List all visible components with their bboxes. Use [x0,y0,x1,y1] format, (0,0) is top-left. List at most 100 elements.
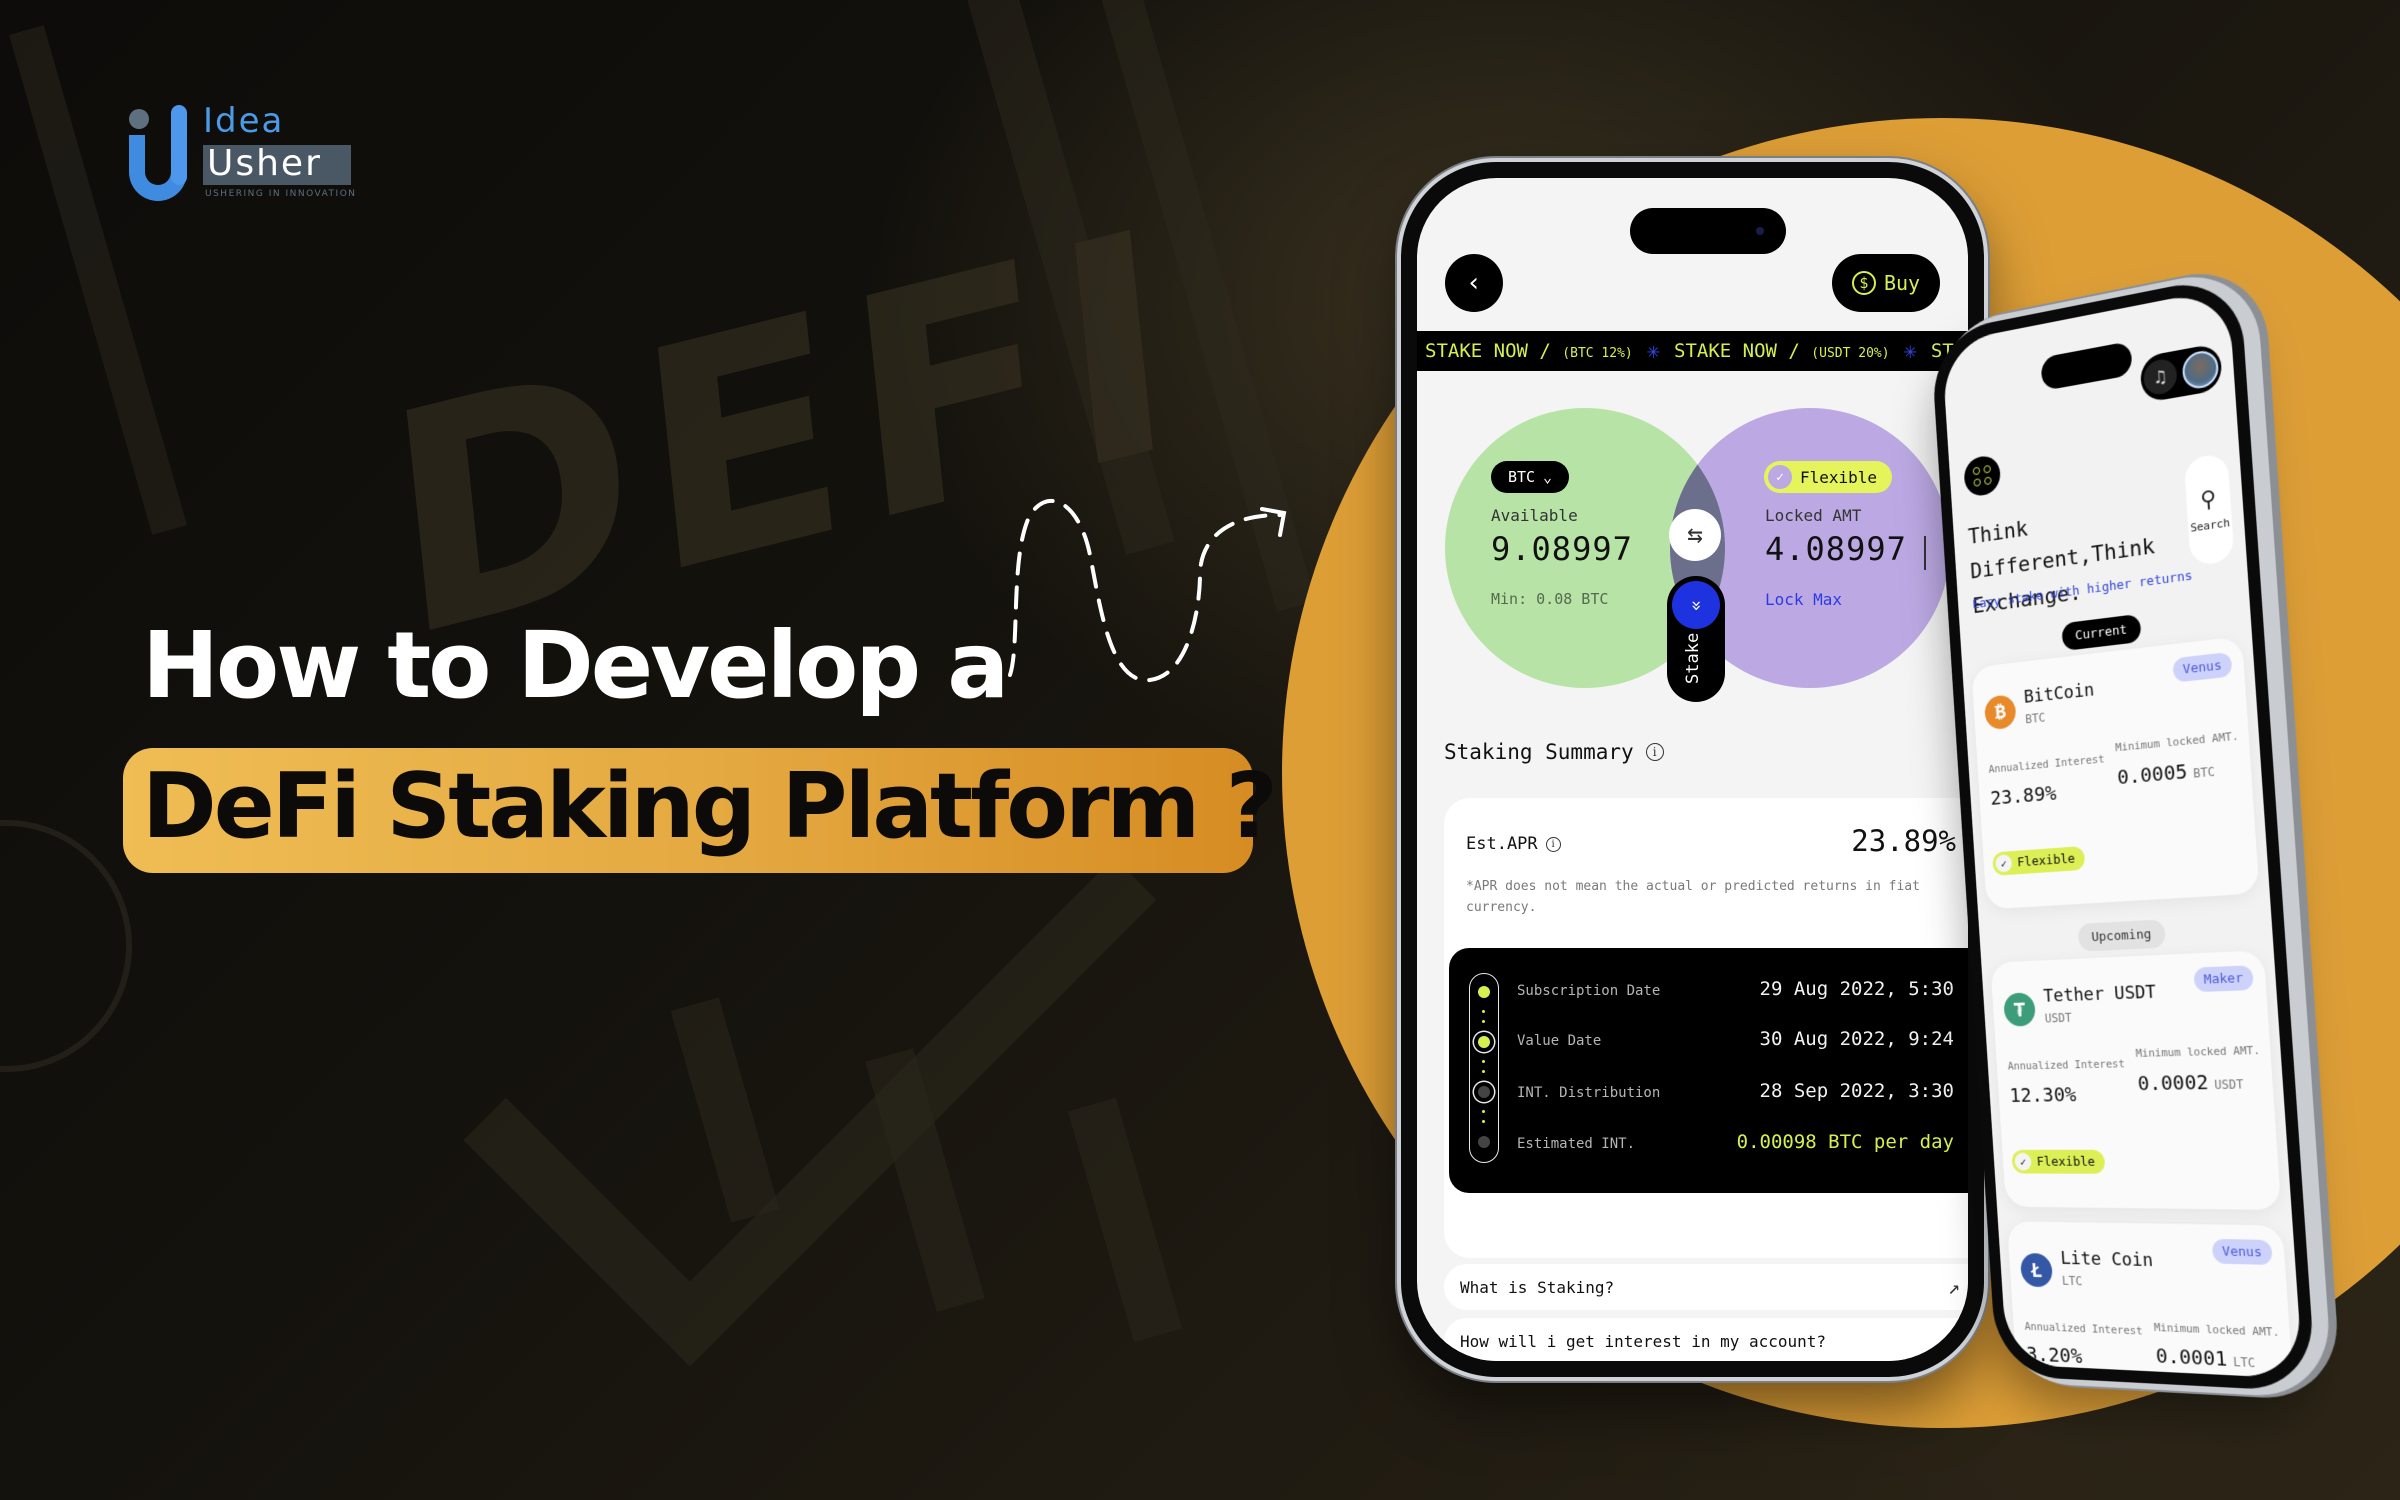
search-button[interactable]: ⚲ Search [2183,452,2235,567]
logo-dot [129,109,149,129]
timeline-row: Subscription Date 29 Aug 2022, 5:30 [1517,978,1954,1000]
staking-timeline: Subscription Date 29 Aug 2022, 5:30 Value… [1449,948,1968,1193]
avatar[interactable] [2181,348,2220,392]
available-label: Available [1491,506,1578,525]
exchange-phone-wrapper: ♫ Think Different,Think Exchange. Easy s… [1930,272,2317,1393]
asterisk-icon: ✳ [1646,338,1660,364]
timeline-row: INT. Distribution 28 Sep 2022, 3:30 [1517,1080,1954,1102]
interest-value: 3.20% [2025,1341,2083,1368]
logo-text-usher: Usher [207,143,322,184]
flexible-chip: ✓ Flexible [2011,1149,2106,1174]
header-actions: ♫ [2139,342,2223,404]
coin-name: BitCoin [2023,679,2095,708]
exchange-screen: ♫ Think Different,Think Exchange. Easy s… [1941,287,2304,1379]
apr-disclaimer: *APR does not mean the actual or predict… [1466,879,1920,915]
coin-name: Lite Coin [2059,1247,2154,1272]
dot-icon [1984,476,1992,486]
globe-icon [0,820,132,1072]
timeline-dot-active [1478,1036,1490,1048]
flexible-label: Flexible [1800,467,1878,487]
timeline-track [1469,973,1499,1163]
interest-value: 23.89% [1989,780,2058,810]
min-locked-label: Minimum locked AMT. [2135,1043,2261,1060]
interest-label: Annualized Interest [2024,1319,2143,1338]
back-button[interactable]: ‹ [1445,254,1503,312]
dynamic-island [1630,208,1786,254]
timeline-dot-pending [1478,1086,1490,1098]
logo-u-stem [171,105,187,185]
staking-phone: ‹ $ Buy STAKE NOW / (BTC 12%) ✳ STAKE NO… [1401,162,1984,1377]
double-chevron-down-icon: » [1672,581,1720,629]
arrow-up-right-icon: ↗ [1947,1329,1960,1353]
min-locked-label: Minimum locked AMT. [2153,1320,2280,1340]
swap-button[interactable]: ⇆ [1669,509,1721,561]
coin-name: Tether USDT [2042,981,2157,1007]
est-apr-label: Est.APR i [1466,834,1561,854]
camera-icon [1756,227,1764,235]
text-caret [1924,536,1926,570]
headline-line-1: How to Develop a [142,612,1009,719]
idea-usher-logo[interactable]: Idea Usher USHERING IN INNOVATION [125,101,365,205]
dollar-icon: $ [1851,271,1876,295]
coin-symbol: LTC [2061,1273,2083,1289]
section-upcoming[interactable]: Upcoming [2077,919,2166,952]
faq-interest-account[interactable]: How will i get interest in my account? ↗ [1444,1318,1968,1361]
staking-summary-card: Est.APR i 23.89% *APR does not mean the … [1444,798,1968,1258]
bitcoin-icon: ₿ [1983,694,2017,731]
interest-label: Annualized Interest [2007,1057,2126,1073]
litecoin-icon: Ł [2019,1252,2054,1288]
available-value: 9.08997 [1491,530,1633,568]
coin-card-bitcoin[interactable]: ₿ BitCoin BTC Venus Annualized Interest … [1971,636,2260,910]
dashed-arrow-icon [1008,498,1287,683]
chevron-left-icon: ‹ [1466,268,1482,298]
logo-text-idea: Idea [203,101,285,141]
search-icon: ⚲ [2199,486,2218,514]
interest-value: 12.30% [2008,1082,2077,1107]
platform-badge: Venus [2211,1238,2273,1265]
min-locked-label: Minimum locked AMT. [2114,729,2239,755]
check-icon: ✓ [1768,465,1792,489]
coin-card-tether[interactable]: ₮ Tether USDT USDT Maker Annualized Inte… [1990,950,2282,1210]
menu-button[interactable] [1963,453,2002,498]
flexible-toggle[interactable]: ✓ Flexible [1764,461,1892,493]
dynamic-island [2040,340,2133,392]
coin-select-value: BTC [1507,468,1536,486]
coin-symbol: BTC [2024,710,2046,727]
background-stripe [1067,1097,1183,1343]
locked-amount-input[interactable]: 4.08997 [1765,530,1907,568]
lock-max-link[interactable]: Lock Max [1765,590,1842,609]
stake-button[interactable]: » Stake [1667,576,1725,702]
logo-tagline: USHERING IN INNOVATION [205,189,357,199]
platform-badge: Venus [2172,651,2233,683]
coin-symbol: USDT [2044,1010,2073,1026]
info-icon[interactable]: i [1545,836,1561,852]
arrow-up-right-icon: ↗ [1947,1275,1960,1299]
timeline-row: Value Date 30 Aug 2022, 9:24 [1517,1028,1954,1050]
chevron-down-icon: ⌄ [1543,468,1553,486]
bell-icon[interactable]: ♫ [2142,356,2178,397]
section-current[interactable]: Current [2061,613,2142,652]
locked-amount-label: Locked AMT [1765,506,1862,525]
est-apr-value: 23.89% [1851,824,1956,858]
dot-icon [1972,466,1981,476]
tether-icon: ₮ [2003,992,2037,1027]
coin-card-litecoin[interactable]: Ł Lite Coin LTC Venus Annualized Interes… [2006,1221,2297,1379]
asterisk-icon: ✳ [1903,338,1917,364]
faq-what-is-staking[interactable]: What is Staking? ↗ [1444,1264,1968,1310]
dot-icon [1973,478,1982,487]
check-icon: ✓ [2014,1152,2032,1171]
platform-badge: Maker [2193,965,2254,993]
headline-line-2: DeFi Staking Platform ? [142,754,1278,859]
promo-ticker[interactable]: STAKE NOW / (BTC 12%) ✳ STAKE NOW / (USD… [1417,331,1968,371]
ticker-item: STAKE NOW / (BTC 12%) [1425,340,1633,362]
swap-icon: ⇆ [1687,520,1703,550]
buy-button[interactable]: $ Buy [1832,254,1940,312]
min-locked-value: 0.0001 LTC [2155,1343,2256,1371]
coin-select-dropdown[interactable]: BTC ⌄ [1491,461,1569,493]
timeline-row: Estimated INT. 0.00098 BTC per day [1517,1131,1954,1153]
background-stripe [9,25,187,535]
timeline-dot-active [1478,986,1490,998]
min-locked-value: 0.0005 BTC [2116,758,2216,790]
info-icon[interactable]: i [1645,743,1664,761]
search-label: Search [2189,515,2231,535]
